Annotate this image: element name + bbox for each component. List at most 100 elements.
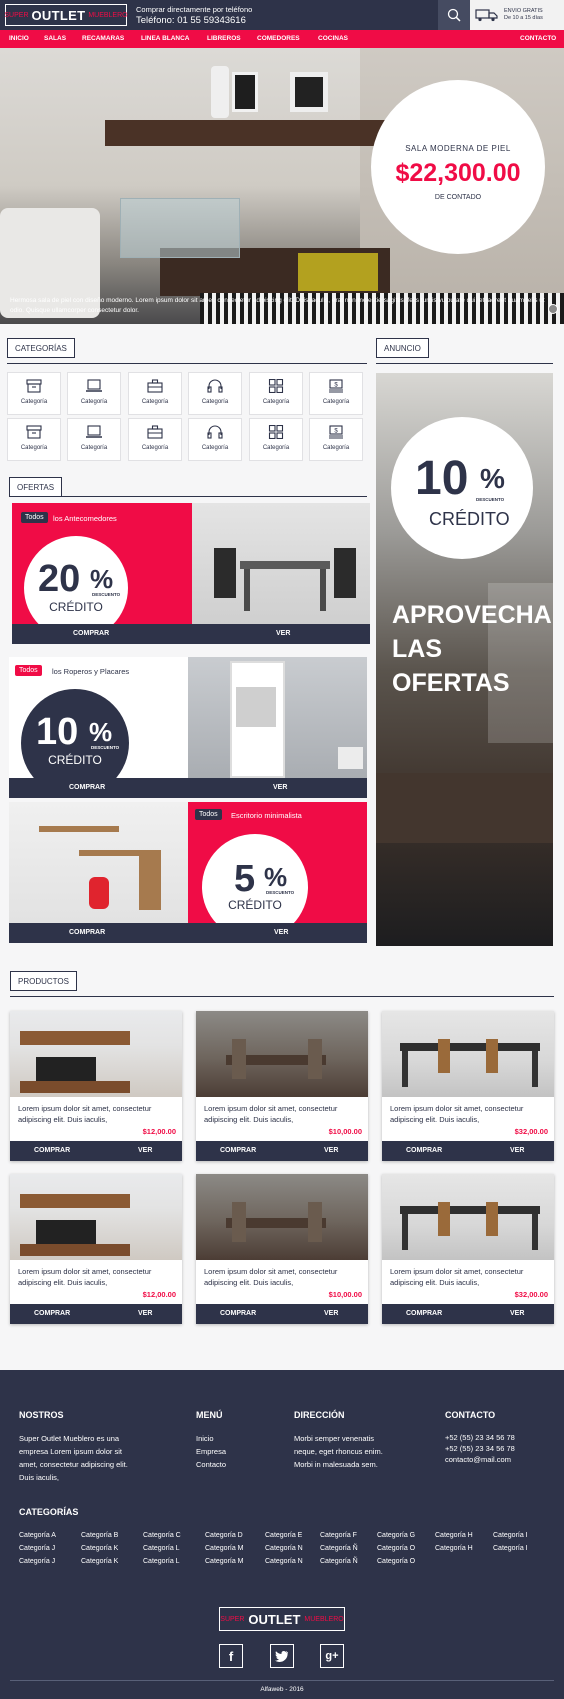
category-item[interactable]: Categoría <box>67 372 121 415</box>
product-image[interactable] <box>382 1174 554 1260</box>
offer-buy-button[interactable]: COMPRAR <box>73 630 109 637</box>
footer-category-link[interactable]: Categoría K <box>81 1558 118 1565</box>
product-card[interactable]: Lorem ipsum dolor sit amet, consectetur … <box>196 1011 368 1161</box>
category-item[interactable]: Categoría <box>249 372 303 415</box>
offer-card[interactable]: Todos los Antecomedores 20 % DESCUENTO C… <box>12 503 370 644</box>
product-buy-button[interactable]: COMPRAR <box>406 1147 442 1154</box>
footer-category-link[interactable]: Categoría O <box>377 1545 415 1552</box>
footer-category-link[interactable]: Categoría J <box>19 1545 55 1552</box>
footer-menu-link[interactable]: Empresa <box>196 1445 226 1458</box>
facebook-button[interactable]: f <box>219 1644 243 1668</box>
product-image[interactable] <box>196 1174 368 1260</box>
product-view-button[interactable]: VER <box>510 1310 524 1317</box>
offer-tag[interactable]: Todos <box>15 665 42 676</box>
category-item[interactable]: Categoría <box>188 372 242 415</box>
nav-item-cocinas[interactable]: COCINAS <box>318 35 348 42</box>
chair <box>308 1039 322 1079</box>
footer-category-link[interactable]: Categoría J <box>19 1558 55 1565</box>
footer-category-link[interactable]: Categoría H <box>435 1545 473 1552</box>
footer-category-link[interactable]: Categoría B <box>81 1532 118 1539</box>
product-buy-button[interactable]: COMPRAR <box>220 1147 256 1154</box>
nav-item-libreros[interactable]: LIBREROS <box>207 35 241 42</box>
product-image[interactable] <box>196 1011 368 1097</box>
logo[interactable]: SUPER OUTLET MUEBLERO <box>4 4 128 26</box>
footer-category-link[interactable]: Categoría K <box>81 1545 118 1552</box>
product-buy-button[interactable]: COMPRAR <box>34 1310 70 1317</box>
ad-banner[interactable]: 10 % DESCUENTO CRÉDITO APROVECHA LAS OFE… <box>376 373 553 946</box>
product-image[interactable] <box>10 1011 182 1097</box>
product-card[interactable]: Lorem ipsum dolor sit amet, consectetur … <box>382 1174 554 1324</box>
phone-number[interactable]: Teléfono: 01 55 59343616 <box>136 15 246 26</box>
slider-dot[interactable] <box>548 304 558 314</box>
twitter-button[interactable] <box>270 1644 294 1668</box>
nav-item-linea-blanca[interactable]: LINEA BLANCA <box>141 35 190 42</box>
search-button[interactable] <box>438 0 470 30</box>
category-item[interactable]: Categoría <box>249 418 303 461</box>
category-item[interactable]: Categoría <box>188 418 242 461</box>
tv-cabinet <box>20 1244 130 1256</box>
offer-tag[interactable]: Todos <box>195 809 222 820</box>
footer-category-link[interactable]: Categoría G <box>377 1532 415 1539</box>
footer-category-link[interactable]: Categoría N <box>265 1558 303 1565</box>
footer-category-link[interactable]: Categoría D <box>205 1532 243 1539</box>
product-image[interactable] <box>382 1011 554 1097</box>
offer-view-button[interactable]: VER <box>276 630 290 637</box>
google-plus-button[interactable]: g+ <box>320 1644 344 1668</box>
offer-tag[interactable]: Todos <box>21 512 48 523</box>
footer-category-link[interactable]: Categoría L <box>143 1545 180 1552</box>
footer-category-link[interactable]: Categoría A <box>19 1532 56 1539</box>
product-card[interactable]: Lorem ipsum dolor sit amet, consectetur … <box>196 1174 368 1324</box>
product-buy-button[interactable]: COMPRAR <box>220 1310 256 1317</box>
offer-buy-button[interactable]: COMPRAR <box>69 929 105 936</box>
product-buy-button[interactable]: COMPRAR <box>406 1310 442 1317</box>
product-card[interactable]: Lorem ipsum dolor sit amet, consectetur … <box>382 1011 554 1161</box>
footer-category-link[interactable]: Categoría F <box>320 1532 357 1539</box>
footer-category-link[interactable]: Categoría H <box>435 1532 473 1539</box>
product-view-button[interactable]: VER <box>510 1147 524 1154</box>
offer-view-button[interactable]: VER <box>273 784 287 791</box>
footer-category-link[interactable]: Categoría O <box>377 1558 415 1565</box>
footer-category-link[interactable]: Categoría L <box>143 1558 180 1565</box>
product-card[interactable]: Lorem ipsum dolor sit amet, consectetur … <box>10 1174 182 1324</box>
footer-category-link[interactable]: Categoría I <box>493 1545 528 1552</box>
category-item[interactable]: Categoría <box>7 418 61 461</box>
footer-email[interactable]: contacto@mail.com <box>445 1454 515 1465</box>
nav-item-recamaras[interactable]: RECAMARAS <box>82 35 124 42</box>
footer-menu-link[interactable]: Contacto <box>196 1458 226 1471</box>
product-card[interactable]: Lorem ipsum dolor sit amet, consectetur … <box>10 1011 182 1161</box>
offer-card[interactable]: Todos Escritorio minimalista 5 % DESCUEN… <box>9 802 367 943</box>
category-item[interactable]: Categoría <box>67 418 121 461</box>
offer-buy-button[interactable]: COMPRAR <box>69 784 105 791</box>
nav-item-salas[interactable]: SALAS <box>44 35 66 42</box>
product-view-button[interactable]: VER <box>138 1147 152 1154</box>
footer-category-link[interactable]: Categoría M <box>205 1558 244 1565</box>
footer-category-link[interactable]: Categoría E <box>265 1532 302 1539</box>
category-item[interactable]: Categoría <box>128 372 182 415</box>
product-view-button[interactable]: VER <box>138 1310 152 1317</box>
category-item[interactable]: $ Categoría <box>309 372 363 415</box>
footer-category-link[interactable]: Categoría Ñ <box>320 1558 358 1565</box>
footer-menu-link[interactable]: Inicio <box>196 1432 226 1445</box>
footer-category-link[interactable]: Categoría N <box>265 1545 303 1552</box>
footer-category-link[interactable]: Categoría Ñ <box>320 1545 358 1552</box>
offer-card[interactable]: Todos los Roperos y Placares 10 % DESCUE… <box>9 657 367 798</box>
footer-category-link[interactable]: Categoría M <box>205 1545 244 1552</box>
category-item[interactable]: Categoría <box>128 418 182 461</box>
footer-logo[interactable]: SUPER OUTLET MUEBLERO <box>219 1607 345 1631</box>
nav-item-comedores[interactable]: COMEDORES <box>257 35 300 42</box>
product-price: $32,00.00 <box>514 1127 548 1136</box>
product-image[interactable] <box>10 1174 182 1260</box>
offer-view-button[interactable]: VER <box>274 929 288 936</box>
nav-item-inicio[interactable]: INICIO <box>9 35 29 42</box>
product-view-button[interactable]: VER <box>324 1310 338 1317</box>
product-buy-button[interactable]: COMPRAR <box>34 1147 70 1154</box>
nav-item-contacto[interactable]: CONTACTO <box>520 35 556 42</box>
category-item[interactable]: $ Categoría <box>309 418 363 461</box>
product-view-button[interactable]: VER <box>324 1147 338 1154</box>
footer-category-link[interactable]: Categoría I <box>493 1532 528 1539</box>
footer-phone[interactable]: +52 (55) 23 34 56 78 <box>445 1432 515 1443</box>
footer-phone[interactable]: +52 (55) 23 34 56 78 <box>445 1443 515 1454</box>
footer-category-link[interactable]: Categoría C <box>143 1532 181 1539</box>
category-item[interactable]: Categoría <box>7 372 61 415</box>
offer-category: los Roperos y Placares <box>52 667 130 676</box>
